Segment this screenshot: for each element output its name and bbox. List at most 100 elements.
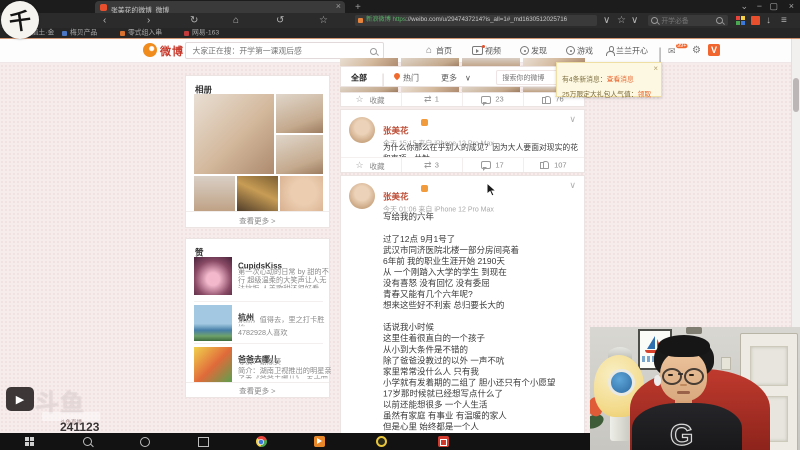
album-more-link[interactable]: 查看更多 > bbox=[186, 211, 329, 227]
comment-button[interactable]: 17 bbox=[463, 158, 524, 172]
yellow-ring-app-icon bbox=[375, 436, 387, 447]
album-photo[interactable] bbox=[276, 94, 323, 133]
taskbar-app-ring[interactable] bbox=[370, 433, 392, 450]
weibo-search-box[interactable] bbox=[185, 42, 384, 59]
forward-button[interactable]: › bbox=[147, 15, 150, 26]
window-close-button[interactable]: × bbox=[789, 0, 794, 13]
bookmark-icon bbox=[184, 30, 189, 36]
back-button[interactable]: ‹ bbox=[103, 15, 106, 26]
window-menu-icon[interactable]: ⌄ bbox=[740, 0, 748, 13]
post-menu-chevron-icon[interactable]: ∨ bbox=[569, 114, 576, 125]
nav-item-profile[interactable]: 兰兰开心 bbox=[616, 38, 656, 62]
comment-button[interactable]: 23 bbox=[463, 93, 524, 106]
feed-search-input[interactable] bbox=[501, 73, 549, 83]
album-photo[interactable] bbox=[194, 176, 235, 212]
repost-button[interactable]: ⇄ 1 bbox=[402, 93, 463, 106]
url-field[interactable]: 新浪微博 https://weibo.com/u/2947437214?is_a… bbox=[355, 15, 597, 26]
weibo-favicon-icon bbox=[100, 4, 107, 11]
weibo-logo-text[interactable]: 微博 bbox=[160, 43, 184, 59]
notice-link[interactable]: 领取 bbox=[638, 91, 652, 98]
refresh-button[interactable]: ↺ bbox=[276, 15, 284, 26]
vip-icon[interactable]: V bbox=[708, 44, 720, 56]
like-item[interactable]: 爸爸去哪儿 导演：谢涤葵 简介：湖南卫视推出的明星亲子秀《爸爸去哪儿》，五十四期… bbox=[194, 343, 332, 384]
rocket-window bbox=[608, 369, 635, 396]
avatar[interactable] bbox=[349, 183, 375, 209]
orange-heart-icon bbox=[421, 119, 428, 126]
sail-shape bbox=[647, 336, 655, 349]
start-button[interactable] bbox=[18, 433, 40, 450]
profile-icon bbox=[606, 46, 615, 56]
streamer-hair-fringe bbox=[658, 335, 710, 357]
cortana-button[interactable] bbox=[134, 433, 156, 450]
flag-icon[interactable] bbox=[751, 16, 760, 25]
likes-card: 赞 CupidsKiss 第一次心动的日常 by 甜的不行 超级温柔的大笑声让人… bbox=[185, 238, 332, 398]
orange-heart-icon bbox=[421, 185, 428, 192]
tab-hot[interactable]: 热门 bbox=[392, 70, 423, 84]
menu-icon[interactable]: ≡ bbox=[781, 15, 787, 26]
weibo-logo-icon[interactable] bbox=[143, 43, 157, 57]
favorite-button[interactable]: ☆ 收藏 bbox=[341, 93, 402, 106]
album-photo[interactable] bbox=[280, 176, 323, 212]
taskbar-search-button[interactable] bbox=[76, 433, 98, 450]
likes-title: 赞 bbox=[195, 248, 204, 258]
post-menu-chevron-icon[interactable]: ∨ bbox=[569, 180, 576, 191]
like-item-desc: 景点，值得去，里之打卡胜地… bbox=[238, 316, 325, 326]
notice-link[interactable]: 查看消息 bbox=[607, 76, 634, 83]
like-item-desc: 导演：谢涤葵 bbox=[238, 358, 282, 366]
post: 张美花 今天 01:06 来自 iPhone 12 Pro Max ∨ 写给我的… bbox=[340, 175, 585, 433]
circle-icon bbox=[140, 436, 150, 447]
like-item[interactable]: CupidsKiss 第一次心动的日常 by 甜的不行 超级温柔的大笑声让人无法… bbox=[194, 257, 329, 297]
send-icon[interactable]: ∨ bbox=[603, 15, 610, 26]
reload-button[interactable]: ↻ bbox=[190, 15, 198, 26]
task-view-button[interactable] bbox=[192, 433, 214, 450]
scrollbar-thumb[interactable] bbox=[793, 78, 799, 112]
like-button[interactable]: 107 bbox=[524, 158, 584, 172]
bookmark-star-icon[interactable]: ☆ bbox=[319, 15, 328, 26]
notice-close-icon[interactable]: × bbox=[653, 64, 658, 73]
eye bbox=[689, 374, 694, 376]
comment-icon bbox=[480, 95, 491, 106]
taskbar-app-chrome[interactable] bbox=[250, 433, 272, 450]
home-button[interactable]: ⌂ bbox=[233, 15, 239, 26]
album-photo[interactable] bbox=[276, 135, 323, 174]
light-switch bbox=[721, 357, 731, 370]
repost-icon: ⇄ bbox=[423, 159, 432, 170]
favorite-icon[interactable]: ☆ bbox=[617, 15, 626, 26]
new-tab-button[interactable]: + bbox=[355, 2, 361, 13]
taskbar-app-orange[interactable] bbox=[308, 433, 330, 450]
album-photo[interactable] bbox=[194, 94, 274, 174]
taskbar-app-red[interactable] bbox=[432, 433, 454, 450]
album-photo[interactable] bbox=[237, 176, 278, 212]
post-body: 为什么你那么在乎别人的成见？因为大人要面对现实的花和事项，共勉 bbox=[383, 143, 578, 157]
tab-more[interactable]: 更多 ∨ bbox=[441, 70, 473, 84]
favorite-button[interactable]: ☆ 收藏 bbox=[341, 158, 402, 172]
mail-icon[interactable]: ✉ bbox=[668, 46, 676, 57]
orange-app-icon bbox=[313, 436, 325, 447]
like-item[interactable]: 杭州 景点，值得去，里之打卡胜地… 4782928人喜欢 bbox=[194, 301, 324, 342]
red-app-icon bbox=[437, 436, 449, 447]
tab-all[interactable]: 全部 bbox=[351, 70, 371, 84]
window-minimize-button[interactable]: − bbox=[757, 0, 762, 13]
apps-grid-icon[interactable] bbox=[736, 16, 745, 25]
post-username[interactable]: 张美花 bbox=[383, 123, 409, 136]
door-panel bbox=[750, 346, 788, 386]
browser-search-input[interactable] bbox=[660, 17, 699, 26]
avatar[interactable] bbox=[349, 117, 375, 143]
home-icon: ⌂ bbox=[426, 45, 433, 56]
tab-close-icon[interactable]: × bbox=[336, 1, 341, 11]
download-icon[interactable]: ↓ bbox=[766, 15, 771, 26]
browser-tab[interactable]: 张美花的微博_微博 × bbox=[95, 1, 345, 13]
settings-gear-icon[interactable]: ⚙ bbox=[692, 45, 701, 56]
like-thumbnail bbox=[194, 257, 232, 295]
weibo-search-input[interactable] bbox=[191, 45, 327, 57]
post-username[interactable]: 张美花 bbox=[383, 189, 409, 202]
repost-button[interactable]: ⇄ 3 bbox=[402, 158, 463, 172]
eye bbox=[668, 374, 673, 376]
window-maximize-button[interactable]: ▢ bbox=[769, 0, 778, 13]
bookmark-icon bbox=[120, 30, 125, 36]
likes-more-link[interactable]: 查看更多 > bbox=[186, 382, 329, 397]
browser-search-box[interactable] bbox=[648, 15, 728, 26]
game-icon bbox=[566, 46, 575, 55]
task-view-icon bbox=[197, 436, 209, 447]
dropdown-caret-icon[interactable]: ∨ bbox=[631, 15, 638, 26]
